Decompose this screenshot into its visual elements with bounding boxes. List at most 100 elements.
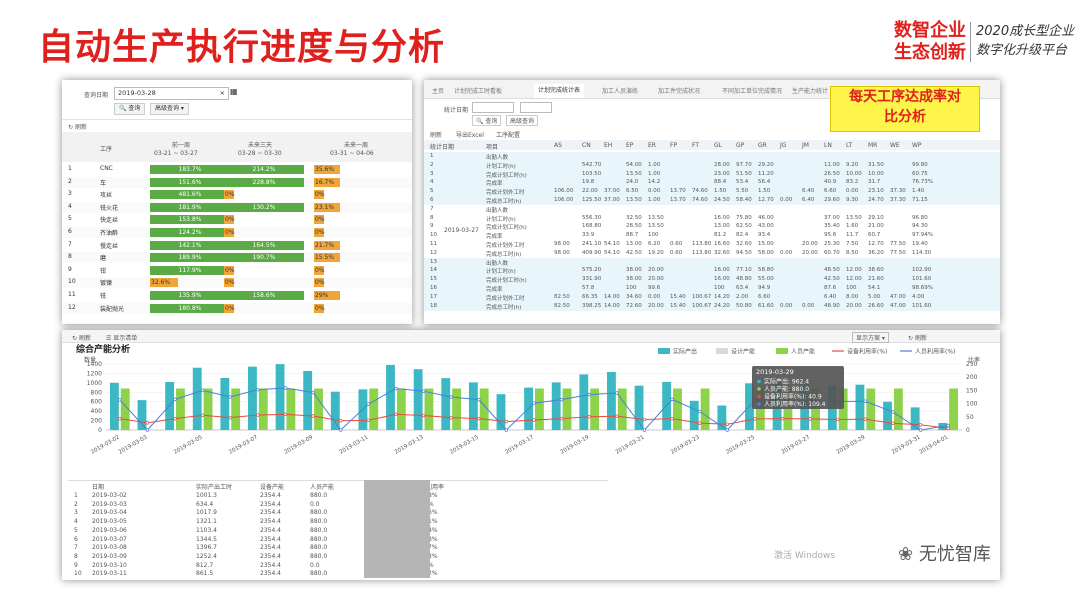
progress-bar: 35.6%	[314, 165, 340, 174]
line-point	[449, 395, 453, 399]
refresh-button[interactable]: ↻ 刷新	[68, 122, 87, 131]
stats-cell: 54.10	[604, 249, 620, 256]
progress-bar: 214.2%	[224, 165, 304, 174]
capacity-cell: 1396.7	[196, 544, 217, 552]
y2-tick-label: 100	[966, 401, 978, 408]
stats-cell: 100	[846, 285, 857, 291]
stats-cell: 113.80	[692, 249, 712, 256]
bar-personnel-capacity	[286, 388, 296, 430]
stats-cell: 16.60	[714, 241, 730, 247]
x-tick-label: 2019-03-03	[118, 434, 149, 455]
y-tick-label: 600	[91, 399, 103, 406]
line-point	[283, 386, 288, 390]
stats-cell: 完成计划外工时	[486, 295, 525, 302]
progress-value: 183.7%	[178, 166, 202, 173]
stats-cell: 20.00	[802, 241, 818, 247]
line-point	[394, 412, 398, 417]
stats-cell: 331.90	[582, 276, 602, 283]
stat-query-button[interactable]: 🔍 查询	[472, 115, 502, 126]
toolbar-button[interactable]: 刷新	[430, 130, 442, 139]
logo-line-2: 生态创新	[894, 42, 966, 63]
stats-cell: 15.00	[758, 241, 774, 247]
bar-personnel-capacity	[176, 388, 185, 430]
y-tick-label: 1000	[87, 380, 102, 387]
chart-refresh2-button[interactable]: ↻ 刷新	[908, 333, 927, 342]
advanced-query-button[interactable]: 高级查询 ▾	[150, 103, 189, 115]
row-index: 2	[74, 500, 78, 508]
tab-item[interactable]: 生产能力统计	[792, 86, 828, 95]
tab-item[interactable]: 不同加工单位完成情况	[722, 86, 782, 95]
tab-item[interactable]: 计划完成统计表	[534, 84, 585, 98]
tooltip-line: 人员产能: 880.0	[764, 385, 809, 393]
col-process: 工序	[100, 146, 113, 153]
stats-cell: 13.50	[626, 170, 642, 177]
bar-actual-output	[303, 370, 313, 430]
query-button[interactable]: 🔍 查询	[114, 103, 146, 115]
progress-bar: 190.7%	[224, 253, 304, 263]
tab-item[interactable]: 加工件完成状况	[658, 86, 700, 95]
capacity-cell: 2019-03-05	[92, 518, 127, 526]
process-name: 钳	[100, 267, 107, 275]
progress-bar: 164.5%	[224, 240, 304, 250]
stats-cell: 11.20	[758, 170, 774, 177]
tab-item[interactable]: 主页	[432, 86, 444, 95]
x-tick-label: 2019-03-31	[891, 435, 922, 456]
stats-cell: 542.70	[582, 161, 602, 168]
tab-item[interactable]: 加工人员演练	[602, 86, 638, 95]
stats-cell: 60.7	[868, 232, 881, 239]
callout-line-2: 比分析	[884, 109, 926, 125]
capacity-cell: 880.0	[310, 526, 328, 534]
y-tick-label: 1200	[87, 370, 102, 377]
progress-value: 228.8%	[252, 178, 276, 186]
y2-tick-label: 0	[966, 427, 970, 434]
x-tick-label: 2019-03-07	[228, 434, 259, 455]
bar-actual-output	[855, 384, 865, 430]
tab-item[interactable]: 计划完成工时看板	[454, 86, 502, 95]
process-name: 车	[100, 179, 107, 187]
query-date-input[interactable]: 2019-03-28 ×	[114, 87, 229, 100]
progress-value: 151.6%	[178, 178, 202, 186]
stats-cell: 出勤人数	[486, 260, 509, 267]
stat-date-end-input[interactable]	[520, 102, 552, 113]
line-point	[863, 399, 868, 403]
capacity-cell: 1252.4	[196, 552, 217, 560]
stats-cell: 32.50	[626, 214, 642, 221]
stat-date-input[interactable]	[472, 102, 514, 113]
stats-cell: 完成总工时(h)	[486, 199, 522, 205]
legend-swatch	[716, 348, 728, 354]
toolbar-button[interactable]: 工序配置	[496, 130, 520, 139]
clear-icon[interactable]: ×	[220, 88, 225, 99]
row-index: 6	[68, 228, 72, 235]
progress-value: 158.6%	[252, 292, 276, 299]
column-header: GP	[736, 142, 745, 149]
capacity-cell: 1001.3	[196, 492, 217, 499]
stats-cell: 100	[714, 285, 725, 291]
progress-value: 0%	[315, 279, 325, 287]
stats-row: 16 完成率 57.8 100 99.6 100 63.4 94.9 87.6 100 54.1 98…	[424, 284, 1000, 293]
chart-refresh-button[interactable]: ↻ 刷新	[72, 333, 91, 342]
stats-cell: 10.00	[868, 170, 884, 177]
process-name: 齐油酔	[100, 230, 119, 237]
progress-value: 142.1%	[178, 241, 202, 249]
show-list-button[interactable]: ☰ 显示清单	[106, 333, 137, 342]
bar-personnel-capacity	[203, 388, 213, 430]
query-button-label: 查询	[128, 105, 141, 112]
progress-value: 0%	[315, 304, 325, 312]
column-header: AS	[554, 142, 562, 149]
progress-value: 189.9%	[178, 254, 202, 262]
tooltip-date: 2019-03-29	[756, 368, 794, 376]
table-row: 6 齐油酔 124.2% 0% 0%	[62, 227, 412, 238]
stat-advanced-button[interactable]: 高级查询	[506, 115, 539, 126]
row-index: 9	[68, 265, 72, 273]
toolbar-button[interactable]: 导出Excel	[456, 130, 484, 139]
stats-cell: 8.00	[846, 293, 859, 300]
progress-bar: 15.5%	[314, 253, 340, 263]
column-header: 项目	[486, 144, 499, 151]
calendar-icon[interactable]: ▦	[230, 87, 238, 96]
stats-cell: 1.00	[648, 170, 661, 177]
process-name: 快走丝	[100, 217, 119, 225]
stats-cell: 75.80	[736, 214, 752, 221]
bar-actual-output	[689, 400, 699, 430]
scheme-dropdown[interactable]: 显示方案 ▾	[852, 332, 889, 343]
progress-bar: 23.1%	[314, 202, 340, 212]
